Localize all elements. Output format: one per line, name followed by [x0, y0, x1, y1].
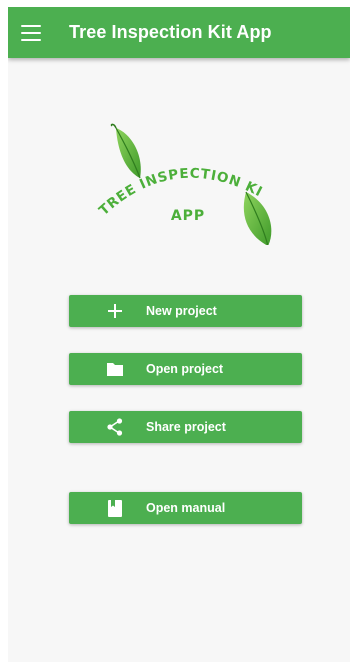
leaf-icon: [110, 123, 141, 179]
app-title: Tree Inspection Kit App: [69, 22, 272, 42]
hamburger-menu-icon[interactable]: [21, 24, 41, 41]
open-manual-label: Open manual: [146, 501, 226, 515]
open-project-button[interactable]: Open project: [69, 353, 302, 385]
app-bar: Tree Inspection Kit App: [8, 7, 350, 58]
share-project-label: Share project: [146, 420, 226, 434]
open-manual-button[interactable]: Open manual: [69, 492, 302, 524]
app-screen: Tree Inspection Kit App TREE INSPECTION …: [8, 7, 350, 662]
app-logo: TREE INSPECTION KIT APP: [96, 120, 272, 245]
share-project-button[interactable]: Share project: [69, 411, 302, 443]
new-project-label: New project: [146, 304, 217, 318]
new-project-button[interactable]: New project: [69, 295, 302, 327]
logo-text-app: APP: [171, 208, 205, 224]
plus-icon: [106, 302, 124, 320]
share-icon: [106, 418, 124, 436]
open-project-label: Open project: [146, 362, 224, 376]
book-icon: [106, 499, 124, 517]
folder-icon: [106, 360, 124, 378]
